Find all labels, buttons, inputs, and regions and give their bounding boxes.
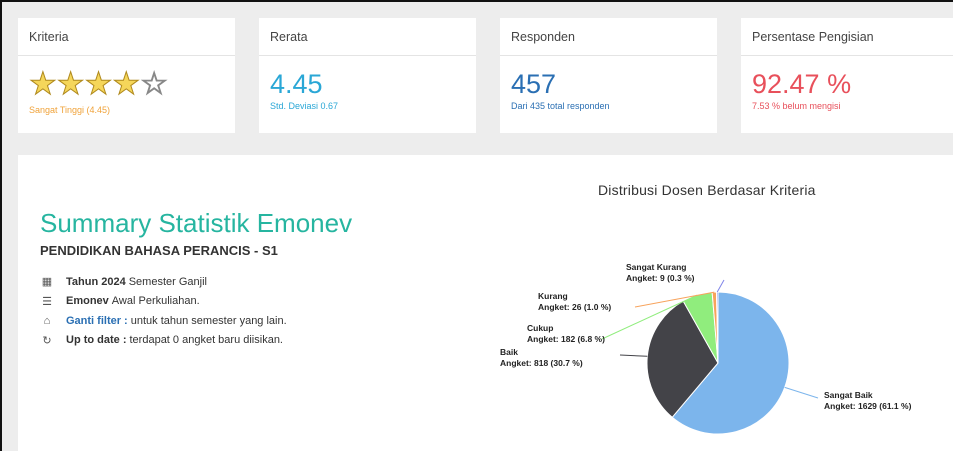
responden-card-title: Responden — [500, 18, 717, 56]
rerata-card: Rerata 4.45 Std. Deviasi 0.67 — [259, 18, 476, 133]
pie-label-value: Angket: 1629 (61.1 %) — [824, 401, 912, 411]
pie-label-value: Angket: 818 (30.7 %) — [500, 358, 583, 368]
pie-label-name: Sangat Kurang — [626, 262, 686, 272]
pie-connector-baik — [619, 354, 648, 357]
pie-label-value: Angket: 9 (0.3 %) — [626, 273, 695, 283]
star-filled-icon: ★ — [29, 66, 58, 101]
belum-mengisi-text: 7.53 % belum mengisi — [752, 101, 841, 111]
pie-chart: Sangat BaikAngket: 1629 (61.1 %)BaikAngk… — [500, 262, 912, 435]
std-deviasi-text: Std. Deviasi 0.67 — [270, 101, 339, 111]
kriteria-label: Sangat Tinggi (4.45) — [29, 105, 111, 115]
pie-label-name: Cukup — [527, 323, 553, 333]
star-filled-icon: ★ — [56, 66, 85, 101]
persentase-card-title: Persentase Pengisian — [741, 18, 953, 56]
pie-label-value: Angket: 26 (1.0 %) — [538, 302, 611, 312]
responden-card: Responden 457 Dari 435 total responden — [500, 18, 717, 133]
pie-connector-sangat-baik — [784, 386, 819, 399]
rerata-value: 4.45 — [270, 69, 323, 99]
rerata-card-title: Rerata — [259, 18, 476, 56]
star-rating: ★ ★ ★ ★ ☆ — [29, 66, 224, 101]
pie-label-value: Angket: 182 (6.8 %) — [527, 334, 605, 344]
star-filled-icon: ★ — [112, 66, 141, 101]
star-filled-icon: ★ — [84, 66, 113, 101]
pie-connector-sangat-kurang — [716, 279, 725, 293]
summary-panel: Summary Statistik Emonev PENDIDIKAN BAHA… — [18, 155, 953, 451]
pie-label-name: Kurang — [538, 291, 568, 301]
window-frame-left — [0, 0, 2, 451]
kriteria-card: Kriteria ★ ★ ★ ★ ☆ Sangat Tinggi (4.45) — [18, 18, 235, 133]
kriteria-card-title: Kriteria — [18, 18, 235, 56]
total-responden-text: Dari 435 total responden — [511, 101, 610, 111]
pie-label-name: Sangat Baik — [824, 390, 873, 400]
window-frame-top — [0, 0, 953, 2]
pie-label-name: Baik — [500, 347, 518, 357]
responden-value: 457 — [511, 69, 557, 99]
star-empty-icon: ☆ — [140, 66, 169, 101]
persentase-value: 92.47 % — [752, 69, 852, 99]
persentase-card: Persentase Pengisian 92.47 % 7.53 % belu… — [741, 18, 953, 133]
